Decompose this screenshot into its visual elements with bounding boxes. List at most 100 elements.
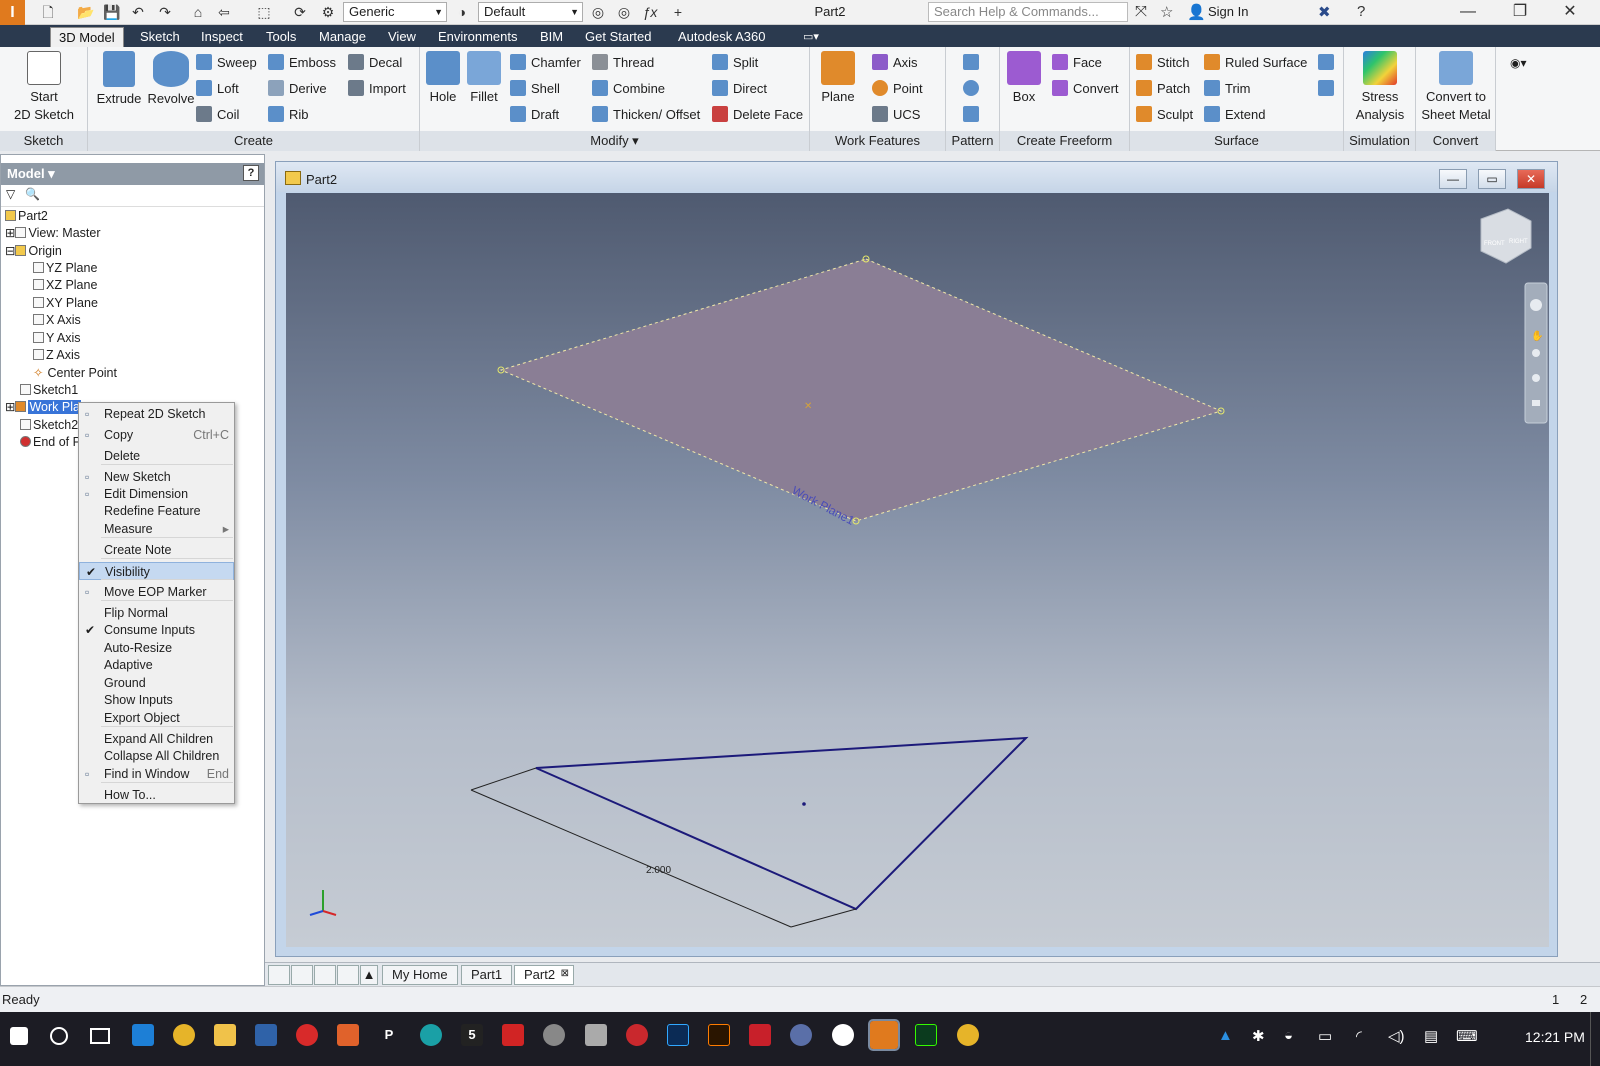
dreamweaver-icon[interactable] (915, 1024, 937, 1046)
tile-vertical-icon[interactable] (337, 965, 359, 985)
context-menu-item-new-sketch[interactable]: ▫ New Sketch (79, 468, 234, 486)
split-button[interactable]: Split (712, 53, 758, 73)
extrude-button[interactable]: Extrude (94, 51, 144, 108)
dimension-value[interactable]: 2.000 (646, 865, 671, 876)
convert-button[interactable]: Convert (1052, 79, 1119, 99)
tree-item-yz-plane[interactable]: YZ Plane (33, 260, 97, 277)
replace-face-button[interactable] (1318, 53, 1339, 73)
context-menu-item-visibility[interactable]: ✔ Visibility (79, 562, 234, 580)
windows-start-icon[interactable] (10, 1027, 28, 1045)
box-button[interactable]: Box (1004, 51, 1044, 106)
find-icon[interactable]: 🔍 (25, 187, 40, 201)
shell-button[interactable]: Shell (510, 79, 560, 99)
tab-list-up-icon[interactable]: ▲ (360, 965, 378, 985)
tree-item-xy-plane[interactable]: XY Plane (33, 295, 98, 312)
cascade-icon[interactable] (268, 965, 290, 985)
doc-tab-part2[interactable]: Part2 ⊠ (514, 965, 574, 985)
convert-to-sheet-metal-button[interactable]: Convert to Sheet Metal (1418, 51, 1494, 124)
home-icon[interactable]: ⌂ (188, 3, 208, 21)
context-menu-item-copy[interactable]: ▫ Copy Ctrl+C (79, 426, 234, 444)
illustrator-icon[interactable] (708, 1024, 730, 1046)
hole-button[interactable]: Hole (424, 51, 462, 106)
open-file-icon[interactable]: 📂 (76, 3, 96, 21)
wifi-icon[interactable]: ◜ (1356, 1027, 1362, 1045)
safari-icon[interactable] (832, 1024, 854, 1046)
tile-icon[interactable] (291, 965, 313, 985)
tab-sketch[interactable]: Sketch (132, 27, 188, 47)
clear-icon[interactable]: ◎ (614, 3, 634, 21)
chrome-icon[interactable] (957, 1024, 979, 1046)
extend-button[interactable]: Extend (1204, 105, 1265, 125)
favorite-icon[interactable]: ☆ (1160, 3, 1173, 21)
settings-icon[interactable]: ⚙ (318, 3, 338, 21)
steering-wheel-icon[interactable] (1530, 299, 1542, 311)
work-plane-surface[interactable] (499, 258, 1223, 522)
context-menu-item-show-inputs[interactable]: Show Inputs (79, 691, 234, 709)
stitch-button[interactable]: Stitch (1136, 53, 1190, 73)
volume-icon[interactable]: ◁) (1388, 1027, 1405, 1045)
rib-button[interactable]: Rib (268, 105, 309, 125)
cortana-icon[interactable] (50, 1027, 68, 1045)
tab-manage[interactable]: Manage (311, 27, 374, 47)
app-icon[interactable] (296, 1024, 318, 1046)
save-icon[interactable]: 💾 (102, 3, 122, 21)
edge-icon[interactable] (132, 1024, 154, 1046)
sign-in-button[interactable]: Sign In (1208, 4, 1248, 19)
photoshop-icon[interactable] (667, 1024, 689, 1046)
plane-button[interactable]: Plane (816, 51, 860, 106)
app-icon[interactable] (543, 1024, 565, 1046)
doc-restore-button[interactable]: ▭ (1478, 169, 1506, 189)
derive-button[interactable]: Derive (268, 79, 327, 99)
context-menu-item-delete[interactable]: Delete (79, 447, 234, 465)
doc-tab-my-home[interactable]: My Home (382, 965, 458, 985)
context-menu-item-find-in-window[interactable]: ▫ Find in Window End (79, 765, 234, 783)
context-menu-item-measure[interactable]: Measure ▸ (79, 520, 234, 538)
axis-button[interactable]: Axis (872, 53, 918, 73)
context-menu-item-redefine-feature[interactable]: Redefine Feature (79, 502, 234, 520)
app-logo[interactable]: I (0, 0, 25, 25)
trim-button[interactable]: Trim (1204, 79, 1251, 99)
appearance-dropdown[interactable]: Default ▼ (478, 2, 583, 22)
tree-item-work-plane[interactable]: ⊞ Work Pla (5, 399, 81, 416)
context-menu-item-ground[interactable]: Ground (79, 674, 234, 692)
bluetooth-icon[interactable]: ✱ (1252, 1027, 1265, 1045)
viewcube[interactable] (1480, 208, 1532, 264)
update-icon[interactable]: ⟳ (290, 3, 310, 21)
show-desktop-button[interactable] (1590, 1012, 1594, 1066)
chrome-icon[interactable] (173, 1024, 195, 1046)
app-icon[interactable] (337, 1024, 359, 1046)
ruled-surface-button[interactable]: Ruled Surface (1204, 53, 1307, 73)
select-icon[interactable]: ⬚ (254, 3, 274, 21)
exchange-icon[interactable]: ✖ (1318, 3, 1331, 21)
context-menu-item-auto-resize[interactable]: Auto-Resize (79, 639, 234, 657)
pan-icon[interactable]: ✋ (1531, 329, 1543, 342)
sweep-button[interactable]: Sweep (196, 53, 257, 73)
tab-tools[interactable]: Tools (258, 27, 304, 47)
coil-button[interactable]: Coil (196, 105, 239, 125)
minimize-button[interactable]: — (1446, 2, 1490, 22)
loft-button[interactable]: Loft (196, 79, 239, 99)
mirror-button[interactable] (963, 105, 984, 125)
material-dropdown[interactable]: Generic ▼ (343, 2, 447, 22)
tree-item-sketch1[interactable]: Sketch1 (20, 382, 78, 399)
ribbon-options-icon[interactable]: ▭▾ (795, 27, 827, 47)
context-menu-item-flip-normal[interactable]: Flip Normal (79, 604, 234, 622)
keyboard-icon[interactable]: ⌨ (1456, 1027, 1478, 1045)
browser-header[interactable]: Model ▾? (1, 163, 264, 185)
context-menu-item-consume-inputs[interactable]: ✔ Consume Inputs (79, 621, 234, 639)
sketch-triangle[interactable] (535, 736, 1029, 911)
redo-icon[interactable]: ↷ (155, 3, 175, 21)
browser-help-icon[interactable]: ? (243, 165, 259, 181)
tree-item-view-master[interactable]: ⊞ View: Master (5, 225, 101, 242)
tab-bim[interactable]: BIM (532, 27, 571, 47)
filter-icon[interactable]: ▽ (6, 187, 15, 201)
tree-item-y-axis[interactable]: Y Axis (33, 330, 81, 347)
solidworks-icon[interactable] (749, 1024, 771, 1046)
context-menu-item-move-eop-marker[interactable]: ▫ Move EOP Marker (79, 583, 234, 601)
thread-button[interactable]: Thread (592, 53, 654, 73)
tile-horizontal-icon[interactable] (314, 965, 336, 985)
tab-view[interactable]: View (380, 27, 424, 47)
fillet-button[interactable]: Fillet (464, 51, 504, 106)
close-button[interactable]: ✕ (1548, 2, 1592, 22)
tab-environments[interactable]: Environments (430, 27, 525, 47)
